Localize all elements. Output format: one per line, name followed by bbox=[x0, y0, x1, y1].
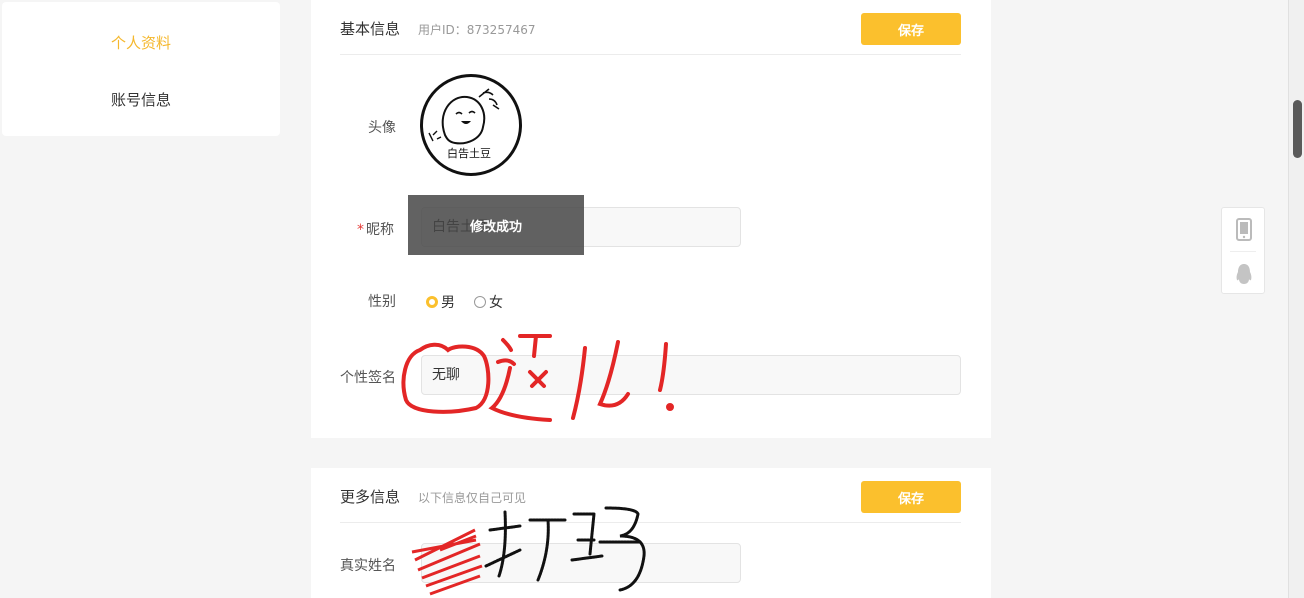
gender-radio-female[interactable]: 女 bbox=[474, 292, 503, 312]
gender-option-label: 男 bbox=[441, 295, 455, 311]
basic-info-header: 基本信息 用户ID：873257467 保存 bbox=[340, 0, 961, 55]
gender-radio-male[interactable]: 男 bbox=[426, 292, 455, 312]
save-more-button[interactable]: 保存 bbox=[861, 481, 961, 513]
required-mark: * bbox=[357, 222, 364, 238]
realname-label: 真实姓名 bbox=[340, 558, 396, 574]
more-info-header: 更多信息 以下信息仅自己可见 保存 bbox=[340, 468, 961, 523]
user-id-text: 用户ID：873257467 bbox=[418, 23, 536, 37]
scrollbar-thumb[interactable] bbox=[1293, 100, 1302, 158]
sidebar-item-label: 账号信息 bbox=[110, 91, 171, 109]
sidebar-item-label: 个人资料 bbox=[110, 34, 171, 52]
avatar[interactable]: 白告土豆 bbox=[420, 74, 522, 176]
realname-input[interactable] bbox=[421, 543, 741, 583]
gender-label: 性别 bbox=[368, 294, 396, 310]
nickname-label-text: 昵称 bbox=[366, 222, 394, 238]
mobile-icon[interactable] bbox=[1234, 218, 1254, 242]
avatar-caption: 白告土豆 bbox=[447, 146, 491, 160]
page-scrollbar[interactable] bbox=[1288, 0, 1304, 598]
more-info-title: 更多信息 bbox=[340, 488, 401, 506]
more-info-subtitle: 以下信息仅自己可见 bbox=[418, 491, 527, 505]
signature-input[interactable]: 无聊 bbox=[421, 355, 961, 395]
gender-option-label: 女 bbox=[489, 295, 503, 311]
radio-checked-icon bbox=[426, 296, 438, 308]
sidebar-item-profile[interactable]: 个人资料 bbox=[2, 32, 280, 53]
nickname-label: * 昵称 bbox=[357, 219, 394, 239]
more-info-panel: 更多信息 以下信息仅自己可见 保存 真实姓名 bbox=[311, 468, 991, 598]
avatar-drawing-icon: 白告土豆 bbox=[428, 88, 500, 160]
qq-penguin-icon[interactable] bbox=[1234, 263, 1254, 287]
save-basic-button[interactable]: 保存 bbox=[861, 13, 961, 45]
basic-info-title: 基本信息 bbox=[340, 20, 401, 38]
avatar-label: 头像 bbox=[368, 120, 396, 136]
radio-unchecked-icon bbox=[474, 296, 486, 308]
success-toast: 修改成功 bbox=[408, 195, 584, 255]
sidebar-item-account[interactable]: 账号信息 bbox=[2, 89, 280, 110]
signature-label: 个性签名 bbox=[340, 370, 396, 386]
floating-toolbar bbox=[1221, 207, 1265, 294]
profile-sidebar: 个人资料 账号信息 bbox=[2, 2, 280, 136]
tool-divider bbox=[1230, 251, 1256, 252]
